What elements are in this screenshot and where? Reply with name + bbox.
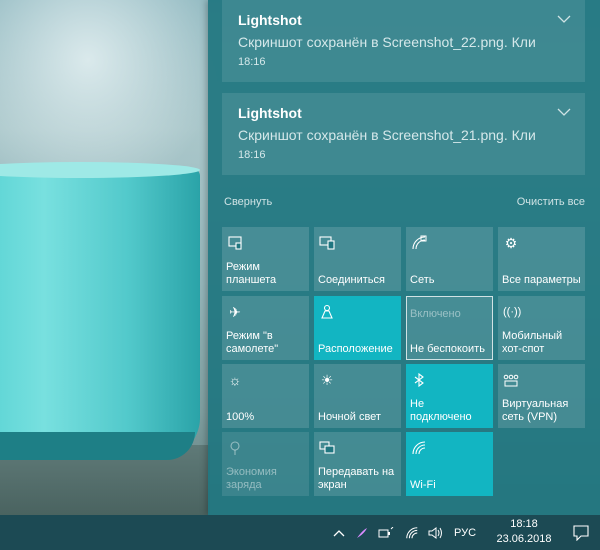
tray-app-feather[interactable] xyxy=(352,515,372,550)
tile-label: Передавать на экран xyxy=(318,466,395,491)
tablet-mode-icon xyxy=(228,236,242,250)
action-center-links: Свернуть Очистить все xyxy=(222,196,585,212)
power-tray-button[interactable] xyxy=(376,515,396,550)
clock-date: 23.06.2018 xyxy=(496,533,552,545)
tile-label: Ночной свет xyxy=(318,411,381,423)
tile-label: Wi-Fi xyxy=(410,479,436,491)
tile-label: Не подключено xyxy=(410,398,472,423)
wallpaper-mug-base xyxy=(0,432,195,460)
feather-icon xyxy=(357,527,367,538)
tile-do-not-disturb[interactable]: Включено Не беспокоить xyxy=(406,296,493,360)
notification-message: Скриншот сохранён в Screenshot_22.png. К… xyxy=(238,34,536,50)
location-icon xyxy=(321,304,333,319)
bluetooth-icon xyxy=(414,372,424,388)
taskbar: РУС 18:18 23.06.2018 xyxy=(0,515,600,550)
wallpaper-mug xyxy=(0,168,200,458)
tile-brightness[interactable]: ☼ 100% xyxy=(222,364,309,428)
chevron-down-icon[interactable] xyxy=(557,14,571,24)
vpn-icon xyxy=(503,374,519,387)
tile-all-settings[interactable]: ⚙ Все параметры xyxy=(498,227,585,291)
tile-label: Соединиться xyxy=(318,274,385,286)
tile-sublabel: Включено xyxy=(410,308,461,320)
network-icon xyxy=(412,235,427,250)
tile-battery-saver[interactable]: Экономия заряда xyxy=(222,432,309,496)
tile-location[interactable]: Расположение xyxy=(314,296,401,360)
clock-time: 18:18 xyxy=(510,518,538,530)
tile-tablet-mode[interactable]: Режим планшета xyxy=(222,227,309,291)
wifi-icon xyxy=(412,441,426,455)
notification-time: 18:16 xyxy=(238,149,266,161)
tile-label: Виртуальная сеть (VPN) xyxy=(502,398,569,423)
chevron-down-icon[interactable] xyxy=(557,107,571,117)
quick-actions-grid: Режим планшета Соединиться Сеть ⚙ Все па… xyxy=(222,227,588,496)
notification-icon xyxy=(573,524,589,541)
notification-app-name: Lightshot xyxy=(238,12,302,28)
connect-icon xyxy=(319,236,335,250)
tile-vpn[interactable]: Виртуальная сеть (VPN) xyxy=(498,364,585,428)
tile-label: Не беспокоить xyxy=(410,343,485,355)
taskbar-clock[interactable]: 18:18 23.06.2018 xyxy=(496,517,552,547)
clear-all-link[interactable]: Очистить все xyxy=(517,196,585,208)
collapse-link[interactable]: Свернуть xyxy=(224,196,272,208)
tile-network[interactable]: Сеть xyxy=(406,227,493,291)
volume-tray-button[interactable] xyxy=(426,515,446,550)
tile-label: 100% xyxy=(226,411,255,423)
tile-label: Режим "в самолете" xyxy=(226,330,279,355)
action-center-button[interactable] xyxy=(562,515,600,550)
brightness-icon: ☼ xyxy=(228,372,242,388)
tile-wifi[interactable]: Wi-Fi xyxy=(406,432,493,496)
tile-label: Расположение xyxy=(318,343,393,355)
tile-label: Экономия заряда xyxy=(226,466,277,491)
battery-saver-icon xyxy=(230,441,240,455)
notification-time: 18:16 xyxy=(238,56,266,68)
language-indicator[interactable]: РУС xyxy=(450,515,480,550)
airplane-icon: ✈ xyxy=(229,304,241,320)
tile-label: Режим планшета xyxy=(226,261,277,286)
wifi-tray-icon xyxy=(406,526,418,538)
network-tray-button[interactable] xyxy=(402,515,422,550)
show-hidden-icons-button[interactable] xyxy=(330,515,348,550)
action-center-panel: Lightshot Скриншот сохранён в Screenshot… xyxy=(208,0,600,515)
notification-app-name: Lightshot xyxy=(238,105,302,121)
tile-airplane-mode[interactable]: ✈ Режим "в самолете" xyxy=(222,296,309,360)
tile-bluetooth[interactable]: Не подключено xyxy=(406,364,493,428)
notification-message: Скриншот сохранён в Screenshot_21.png. К… xyxy=(238,127,536,143)
night-light-icon: ☀ xyxy=(320,372,334,388)
power-plug-icon xyxy=(378,526,394,537)
tile-label: Сеть xyxy=(410,274,435,286)
tile-connect[interactable]: Соединиться xyxy=(314,227,401,291)
tile-project[interactable]: Передавать на экран xyxy=(314,432,401,496)
tile-mobile-hotspot[interactable]: ((·)) Мобильный хот-спот xyxy=(498,296,585,360)
mobile-hotspot-icon: ((·)) xyxy=(503,306,522,318)
chevron-up-icon xyxy=(333,529,345,536)
settings-gear-icon: ⚙ xyxy=(504,235,518,251)
notification-card-2[interactable]: Lightshot Скриншот сохранён в Screenshot… xyxy=(222,93,585,175)
notification-card-1[interactable]: Lightshot Скриншот сохранён в Screenshot… xyxy=(222,0,585,82)
tile-label: Все параметры xyxy=(502,274,581,286)
tile-night-light[interactable]: ☀ Ночной свет xyxy=(314,364,401,428)
speaker-icon xyxy=(428,526,442,539)
project-icon xyxy=(319,441,335,454)
tile-label: Мобильный хот-спот xyxy=(502,330,563,355)
